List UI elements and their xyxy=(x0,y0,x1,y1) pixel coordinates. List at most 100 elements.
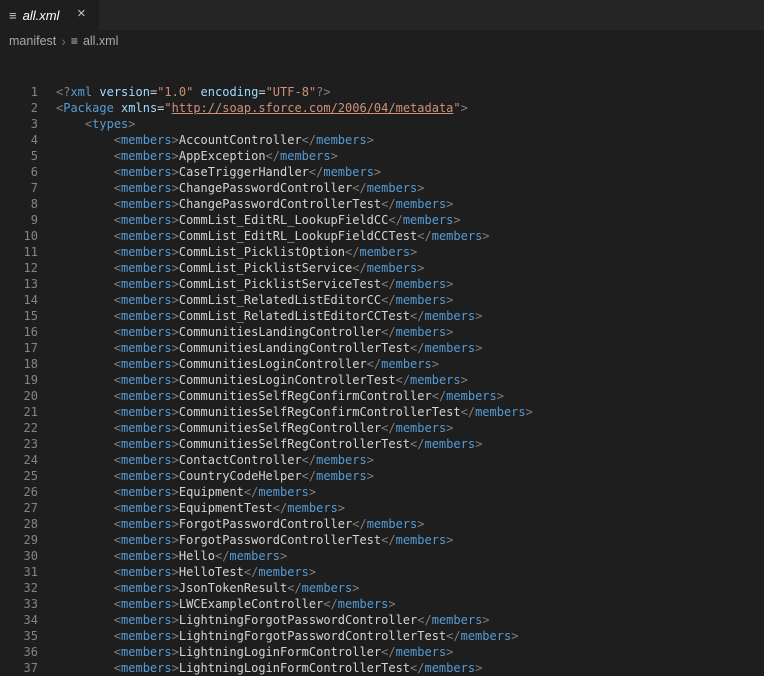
line-number: 14 xyxy=(23,293,38,307)
code-line[interactable]: 37 <members>LightningLoginFormController… xyxy=(0,660,764,676)
line-number: 7 xyxy=(30,181,38,195)
line-number: 25 xyxy=(23,469,38,483)
line-number: 35 xyxy=(23,629,38,643)
line-number: 4 xyxy=(30,133,38,147)
breadcrumb-folder[interactable]: manifest xyxy=(9,34,56,48)
code-line[interactable]: 27 <members>EquipmentTest</members> xyxy=(0,500,764,516)
code-line[interactable]: 24 <members>ContactController</members> xyxy=(0,452,764,468)
code-line[interactable]: 7 <members>ChangePasswordController</mem… xyxy=(0,180,764,196)
xml-file-icon: ≡ xyxy=(70,34,78,48)
line-content: <members>HelloTest</members> xyxy=(113,565,317,579)
code-line[interactable]: 5 <members>AppException</members> xyxy=(0,148,764,164)
line-content: <members>CommunitiesLandingControllerTes… xyxy=(113,341,483,355)
code-line[interactable]: 9 <members>CommList_EditRL_LookupFieldCC… xyxy=(0,212,764,228)
close-icon[interactable]: × xyxy=(72,6,90,24)
line-number: 9 xyxy=(30,213,38,227)
line-number: 36 xyxy=(23,645,38,659)
line-number: 32 xyxy=(23,581,38,595)
code-line[interactable]: 17 <members>CommunitiesLandingController… xyxy=(0,340,764,356)
code-line[interactable]: 21 <members>CommunitiesSelfRegConfirmCon… xyxy=(0,404,764,420)
code-line[interactable]: 8 <members>ChangePasswordControllerTest<… xyxy=(0,196,764,212)
line-content: <members>LightningForgotPasswordControll… xyxy=(113,629,519,643)
line-content: <members>JsonTokenResult</members> xyxy=(113,581,360,595)
line-number: 5 xyxy=(30,149,38,163)
breadcrumb: manifest › ≡ all.xml xyxy=(0,30,764,52)
line-content: <members>CommList_EditRL_LookupFieldCC</… xyxy=(113,213,461,227)
line-number: 10 xyxy=(23,229,38,243)
code-line[interactable]: 16 <members>CommunitiesLandingController… xyxy=(0,324,764,340)
line-number: 3 xyxy=(30,117,38,131)
line-content: <members>CommList_EditRL_LookupFieldCCTe… xyxy=(113,229,490,243)
line-number: 23 xyxy=(23,437,38,451)
code-line[interactable]: 13 <members>CommList_PicklistServiceTest… xyxy=(0,276,764,292)
line-content: <members>Hello</members> xyxy=(113,549,288,563)
code-line[interactable]: 33 <members>LWCExampleController</member… xyxy=(0,596,764,612)
line-content: <members>ForgotPasswordController</membe… xyxy=(113,517,425,531)
code-line[interactable]: 15 <members>CommList_RelatedListEditorCC… xyxy=(0,308,764,324)
line-number: 33 xyxy=(23,597,38,611)
line-number: 15 xyxy=(23,309,38,323)
line-content: <members>LightningForgotPasswordControll… xyxy=(113,613,490,627)
code-line[interactable]: 29 <members>ForgotPasswordControllerTest… xyxy=(0,532,764,548)
tab-label: all.xml xyxy=(22,7,60,23)
code-line[interactable]: 14 <members>CommList_RelatedListEditorCC… xyxy=(0,292,764,308)
code-line[interactable]: 36 <members>LightningLoginFormController… xyxy=(0,644,764,660)
code-line[interactable]: 6 <members>CaseTriggerHandler</members> xyxy=(0,164,764,180)
code-line[interactable]: 31 <members>HelloTest</members> xyxy=(0,564,764,580)
line-number: 17 xyxy=(23,341,38,355)
line-content: <members>ChangePasswordControllerTest</m… xyxy=(113,197,454,211)
code-line[interactable]: 19 <members>CommunitiesLoginControllerTe… xyxy=(0,372,764,388)
code-line[interactable]: 28 <members>ForgotPasswordController</me… xyxy=(0,516,764,532)
code-line[interactable]: 35 <members>LightningForgotPasswordContr… xyxy=(0,628,764,644)
code-line[interactable]: 23 <members>CommunitiesSelfRegController… xyxy=(0,436,764,452)
code-line[interactable]: 30 <members>Hello</members> xyxy=(0,548,764,564)
line-content: <members>CaseTriggerHandler</members> xyxy=(113,165,382,179)
code-line[interactable]: 4 <members>AccountController</members> xyxy=(0,132,764,148)
xml-file-icon: ≡ xyxy=(9,7,17,23)
line-content: <members>CommunitiesLoginControllerTest<… xyxy=(113,373,468,387)
chevron-right-icon: › xyxy=(61,33,66,49)
line-number: 24 xyxy=(23,453,38,467)
code-line[interactable]: 22 <members>CommunitiesSelfRegController… xyxy=(0,420,764,436)
code-line[interactable]: 1 <?xml version="1.0" encoding="UTF-8"?> xyxy=(0,84,764,100)
line-content: <members>LightningLoginFormControllerTes… xyxy=(113,661,483,675)
line-content: <members>CommList_PicklistService</membe… xyxy=(113,261,425,275)
line-number: 13 xyxy=(23,277,38,291)
line-number: 18 xyxy=(23,357,38,371)
code-line[interactable]: 25 <members>CountryCodeHelper</members> xyxy=(0,468,764,484)
line-content: <members>CountryCodeHelper</members> xyxy=(113,469,374,483)
editor-tab-bar: ≡ all.xml × xyxy=(0,0,764,30)
code-line[interactable]: 10 <members>CommList_EditRL_LookupFieldC… xyxy=(0,228,764,244)
code-line[interactable]: 12 <members>CommList_PicklistService</me… xyxy=(0,260,764,276)
line-number: 37 xyxy=(23,661,38,675)
line-number: 30 xyxy=(23,549,38,563)
line-content: <members>CommList_RelatedListEditorCC</m… xyxy=(113,293,454,307)
line-content: <members>ForgotPasswordControllerTest</m… xyxy=(113,533,454,547)
tab-all-xml[interactable]: ≡ all.xml × xyxy=(0,0,100,30)
code-line[interactable]: 20 <members>CommunitiesSelfRegConfirmCon… xyxy=(0,388,764,404)
code-line[interactable]: 32 <members>JsonTokenResult</members> xyxy=(0,580,764,596)
line-content: <members>CommList_PicklistServiceTest</m… xyxy=(113,277,454,291)
line-number: 27 xyxy=(23,501,38,515)
code-line[interactable]: 2 <Package xmlns="http://soap.sforce.com/… xyxy=(0,100,764,116)
breadcrumb-file[interactable]: all.xml xyxy=(83,34,118,48)
line-number: 29 xyxy=(23,533,38,547)
code-line[interactable]: 26 <members>Equipment</members> xyxy=(0,484,764,500)
line-content: <types> xyxy=(84,117,136,131)
line-number: 6 xyxy=(30,165,38,179)
line-number: 1 xyxy=(30,85,38,99)
line-number: 20 xyxy=(23,389,38,403)
code-line[interactable]: 18 <members>CommunitiesLoginController</… xyxy=(0,356,764,372)
line-content: <members>LWCExampleController</members> xyxy=(113,597,396,611)
line-number: 31 xyxy=(23,565,38,579)
code-line[interactable]: 11 <members>CommList_PicklistOption</mem… xyxy=(0,244,764,260)
line-content: <members>CommList_PicklistOption</member… xyxy=(113,245,418,259)
code-lines: 1 <?xml version="1.0" encoding="UTF-8"?> 2… xyxy=(0,84,764,676)
line-content: <members>CommunitiesLoginController</mem… xyxy=(113,357,439,371)
code-editor[interactable]: 1 <?xml version="1.0" encoding="UTF-8"?> 2… xyxy=(0,52,764,676)
code-line[interactable]: 34 <members>LightningForgotPasswordContr… xyxy=(0,612,764,628)
code-line[interactable]: 3 <types> xyxy=(0,116,764,132)
line-number: 22 xyxy=(23,421,38,435)
line-number: 12 xyxy=(23,261,38,275)
line-number: 21 xyxy=(23,405,38,419)
